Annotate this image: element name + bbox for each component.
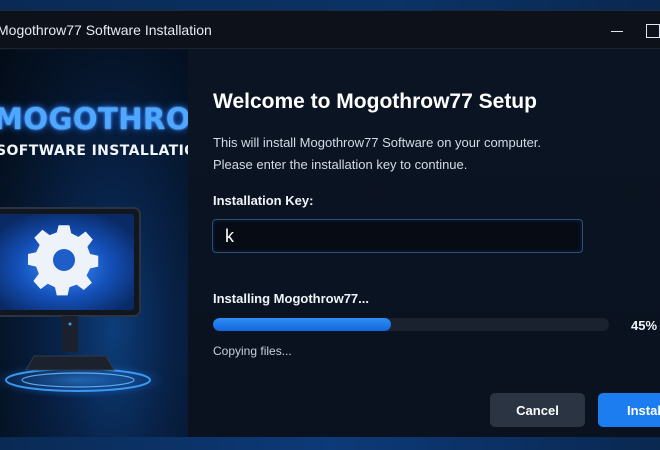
gear-monitor-icon	[0, 207, 166, 398]
progress-fill	[213, 318, 392, 331]
installer-window: Mogothrow77 Software Installation MOGOTH…	[0, 10, 660, 437]
progress-label: Installing Mogothrow77...	[213, 291, 369, 306]
desktop-background-top	[0, 0, 660, 10]
maximize-icon[interactable]	[644, 20, 660, 40]
page-title: Welcome to Mogothrow77 Setup	[213, 90, 537, 113]
description-line-1: This will install Mogothrow77 Software o…	[213, 135, 542, 150]
brand-title: MOGOTHROW77	[0, 102, 188, 136]
progress-bar	[213, 318, 609, 331]
setup-content: Welcome to Mogothrow77 Setup This will i…	[188, 50, 660, 437]
window-title: Mogothrow77 Software Installation	[0, 22, 212, 38]
install-button[interactable]: Install	[598, 393, 660, 427]
installation-key-label: Installation Key:	[213, 193, 314, 208]
desktop-background-bottom	[0, 437, 660, 450]
installation-key-input[interactable]	[212, 219, 583, 253]
progress-percent: 45%	[631, 318, 658, 333]
brand-subtitle: SOFTWARE INSTALLATION	[0, 143, 188, 159]
minimize-icon[interactable]	[607, 20, 627, 40]
title-bar[interactable]: Mogothrow77 Software Installation	[0, 11, 660, 49]
cancel-button[interactable]: Cancel	[490, 393, 585, 427]
status-text: Copying files...	[213, 344, 292, 358]
description-line-2: Please enter the installation key to con…	[213, 157, 468, 172]
brand-panel: MOGOTHROW77 SOFTWARE INSTALLATION	[0, 50, 188, 437]
